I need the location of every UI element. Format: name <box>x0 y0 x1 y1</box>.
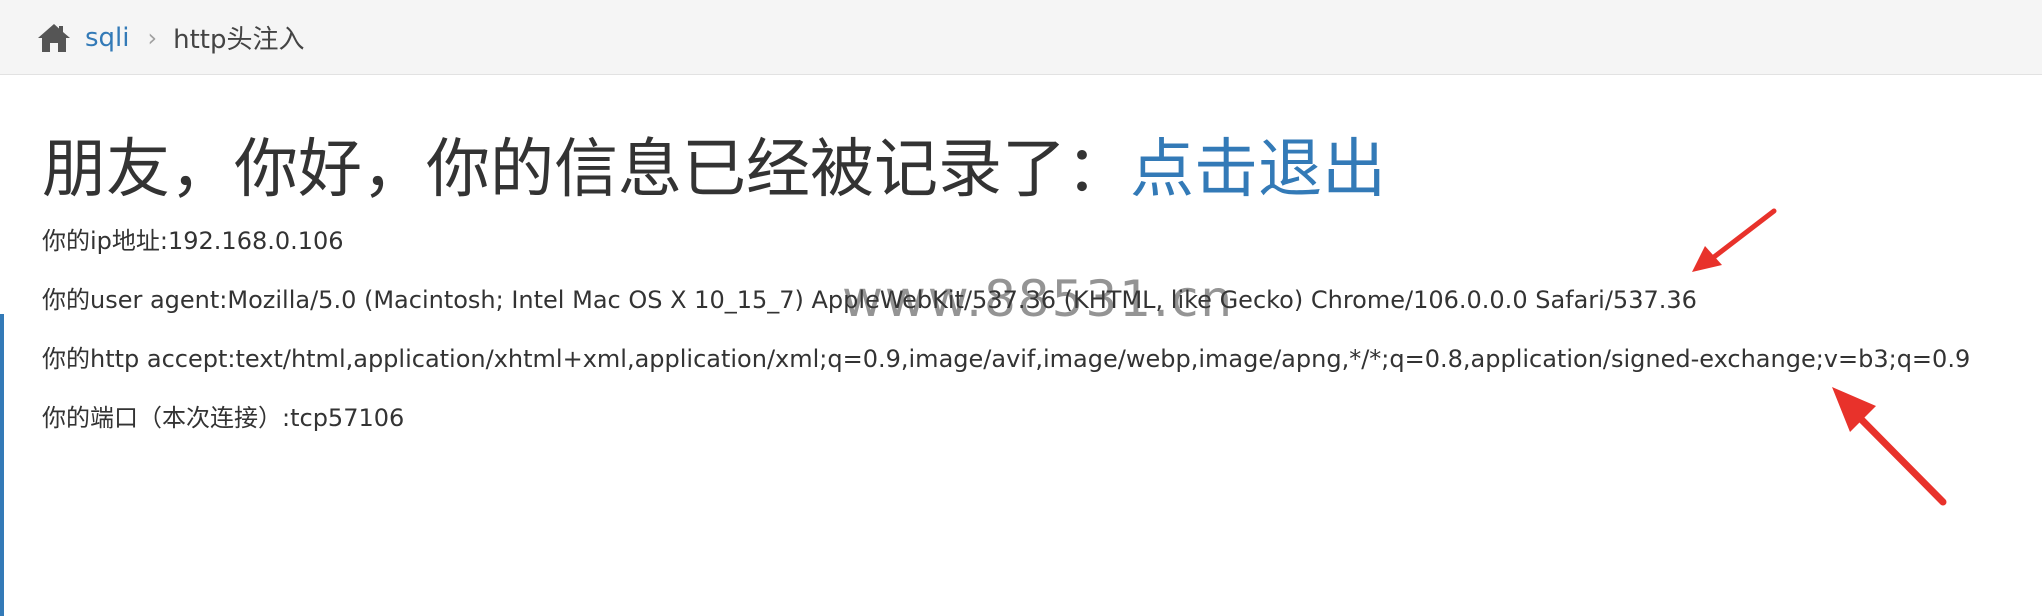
page-title: 朋友，你好，你的信息已经被记录了：点击退出 <box>42 118 2022 222</box>
page: sqli › http头注入 朋友，你好，你的信息已经被记录了：点击退出 你的i… <box>0 0 2042 616</box>
ip-address-text: 你的ip地址:192.168.0.106 <box>42 227 344 255</box>
breadcrumb-link-sqli[interactable]: sqli <box>85 23 130 53</box>
breadcrumb: sqli › http头注入 <box>37 0 304 75</box>
watermark: www.88531.cn <box>842 270 1235 328</box>
red-arrow-icon-lower <box>1832 387 1947 506</box>
breadcrumb-separator-icon: › <box>147 23 158 52</box>
page-title-text: 朋友，你好，你的信息已经被记录了： <box>42 133 1130 207</box>
left-accent-bar <box>0 314 4 616</box>
breadcrumb-current: http头注入 <box>173 25 305 55</box>
breadcrumb-bar: sqli › http头注入 <box>0 0 2042 75</box>
home-icon[interactable] <box>37 22 71 54</box>
port-text: 你的端口（本次连接）:tcp57106 <box>42 404 405 432</box>
logout-link[interactable]: 点击退出 <box>1130 133 1386 207</box>
http-accept-text: 你的http accept:text/html,application/xhtm… <box>42 345 1971 373</box>
main-content: 朋友，你好，你的信息已经被记录了：点击退出 你的ip地址:192.168.0.1… <box>42 118 2022 432</box>
